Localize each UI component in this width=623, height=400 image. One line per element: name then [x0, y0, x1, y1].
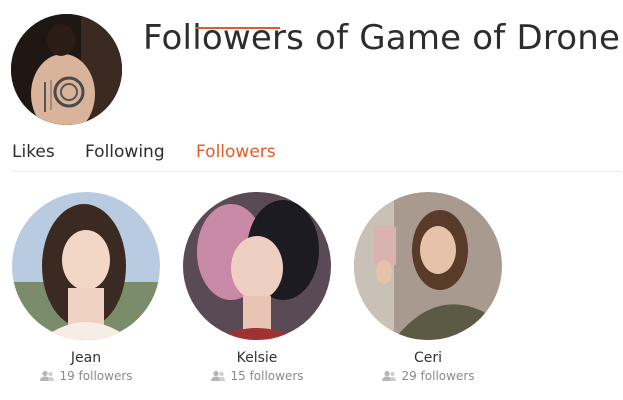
- follower-count: 15 followers: [183, 369, 331, 383]
- profile-avatar-image: [11, 14, 122, 125]
- follower-avatar-image: [12, 192, 160, 340]
- follower-card-jean[interactable]: Jean 19 followers: [12, 192, 160, 383]
- tab-likes[interactable]: Likes: [12, 142, 55, 162]
- people-icon: [382, 370, 397, 381]
- people-icon: [40, 370, 55, 381]
- follower-avatar-image: [354, 192, 502, 340]
- follower-count-text: 15 followers: [230, 369, 304, 383]
- tab-divider: [12, 171, 622, 172]
- follower-avatar[interactable]: [183, 192, 331, 340]
- tab-following[interactable]: Following: [85, 142, 165, 162]
- page-title: Followers of Game of Drone II: [143, 18, 623, 58]
- follower-avatar[interactable]: [12, 192, 160, 340]
- follower-avatar-image: [183, 192, 331, 340]
- follower-name[interactable]: Jean: [12, 350, 160, 366]
- profile-tabs: Likes Following Followers: [12, 142, 623, 172]
- people-icon: [211, 370, 226, 381]
- follower-card-ceri[interactable]: Ceri 29 followers: [354, 192, 502, 383]
- follower-count: 19 followers: [12, 369, 160, 383]
- active-tab-indicator: [196, 27, 280, 29]
- follower-count-text: 19 followers: [59, 369, 133, 383]
- follower-name[interactable]: Kelsie: [183, 350, 331, 366]
- follower-avatar[interactable]: [354, 192, 502, 340]
- follower-count: 29 followers: [354, 369, 502, 383]
- follower-name[interactable]: Ceri: [354, 350, 502, 366]
- follower-count-text: 29 followers: [401, 369, 475, 383]
- follower-card-kelsie[interactable]: Kelsie 15 followers: [183, 192, 331, 383]
- profile-avatar[interactable]: [11, 14, 122, 125]
- tab-followers[interactable]: Followers: [196, 142, 276, 162]
